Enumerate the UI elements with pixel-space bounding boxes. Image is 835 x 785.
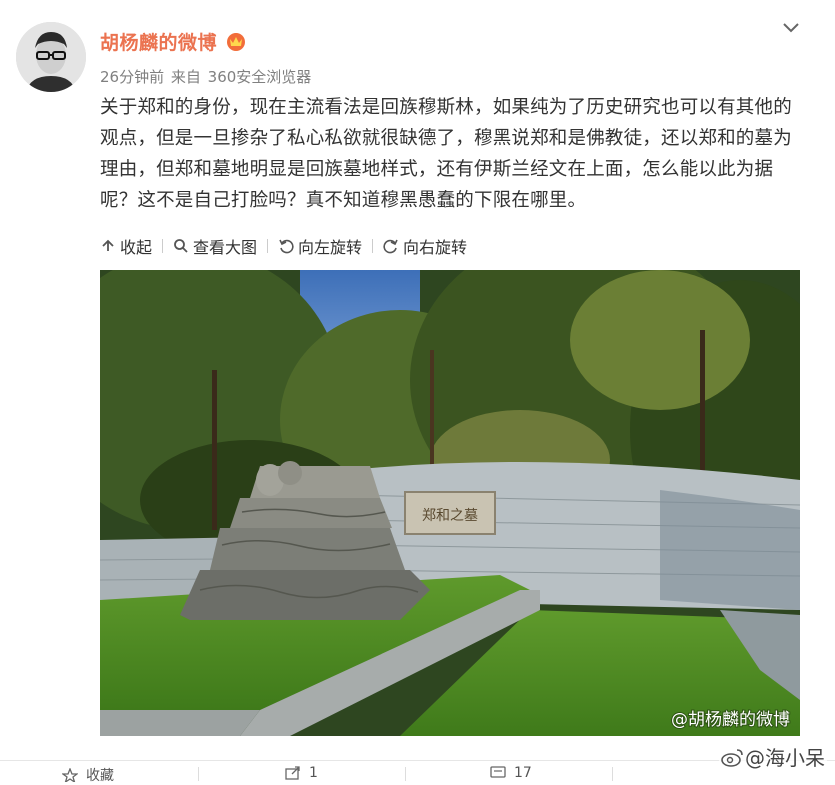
- post-source[interactable]: 360安全浏览器: [208, 68, 312, 86]
- view-large-button[interactable]: 查看大图: [173, 234, 257, 258]
- comment-count: 17: [514, 765, 532, 781]
- rotate-left-button[interactable]: 向左旋转: [278, 234, 362, 258]
- divider: [612, 767, 613, 781]
- repost-button[interactable]: 1: [285, 765, 318, 781]
- vip-crown-icon[interactable]: [224, 30, 248, 52]
- favorite-button[interactable]: 收藏: [62, 765, 114, 785]
- author-name[interactable]: 胡杨麟的微博: [100, 28, 217, 55]
- comment-button[interactable]: 17: [490, 765, 532, 781]
- divider: [198, 767, 199, 781]
- image-action-bar: 收起 查看大图 向左旋转 向右旋转: [100, 234, 467, 258]
- avatar[interactable]: [16, 22, 86, 92]
- post-text: 关于郑和的身份，现在主流看法是回族穆斯林，如果纯为了历史研究也可以有其他的观点，…: [100, 97, 792, 211]
- divider: [405, 767, 406, 781]
- photo-watermark-text: @胡杨麟的微博: [671, 710, 790, 730]
- rotate-right-label: 向右旋转: [403, 238, 468, 257]
- chevron-down-icon[interactable]: [781, 20, 801, 36]
- post-photo[interactable]: 郑和之墓 @胡杨麟的微博: [100, 270, 800, 736]
- post-meta: 26分钟前 来自 360安全浏览器: [100, 66, 313, 87]
- divider: [267, 239, 269, 253]
- post-time[interactable]: 26分钟前: [100, 68, 164, 86]
- collapse-button[interactable]: 收起: [100, 234, 152, 258]
- rotate-left-icon: [279, 239, 294, 254]
- collapse-label: 收起: [120, 238, 153, 257]
- favorite-label: 收藏: [86, 768, 114, 784]
- collapse-icon: [102, 239, 114, 251]
- rotate-left-label: 向左旋转: [298, 238, 363, 257]
- rotate-right-button[interactable]: 向右旋转: [383, 234, 467, 258]
- tomb-photo-illustration: 郑和之墓 @胡杨麟的微博: [100, 270, 800, 736]
- post-footer-bar: 收藏 1 17: [0, 760, 835, 784]
- star-icon: [62, 768, 78, 782]
- source-prefix: 来自: [170, 68, 201, 86]
- corner-watermark-text: @海小呆: [745, 746, 825, 770]
- divider: [162, 239, 164, 253]
- weibo-watermark: @胡杨麟的微博: [670, 709, 791, 731]
- rotate-right-icon: [383, 239, 398, 254]
- divider: [372, 239, 374, 253]
- view-large-label: 查看大图: [193, 238, 258, 257]
- avatar-image: [16, 22, 86, 92]
- repost-count: 1: [309, 765, 318, 781]
- magnifier-icon: [174, 239, 188, 253]
- corner-watermark: @海小呆: [719, 742, 827, 771]
- weibo-logo-icon: [721, 748, 743, 767]
- plaque-text: 郑和之墓: [422, 508, 478, 524]
